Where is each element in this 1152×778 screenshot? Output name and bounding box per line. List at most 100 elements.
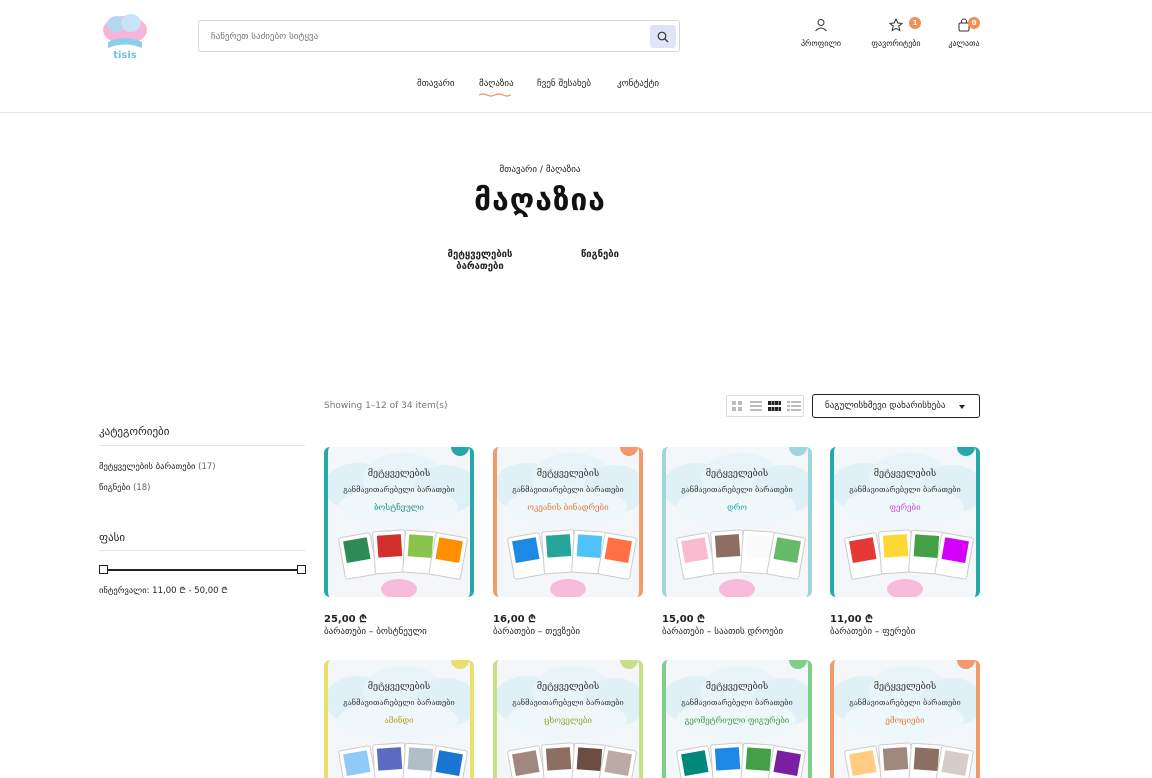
cover-title: მეტყველების: [705, 469, 769, 479]
cart-link[interactable]: 0 კალათა: [934, 17, 994, 58]
breadcrumb-separator: /: [539, 165, 543, 175]
cover-subtitle: განმავითარებელი ბარათები: [849, 485, 961, 494]
wishlist-count-badge: 1: [909, 17, 921, 29]
cover-topic: ემოციები: [885, 716, 925, 725]
view-grid-4[interactable]: [765, 396, 784, 416]
cover-subtitle: განმავითარებელი ბარათები: [512, 485, 624, 494]
price-slider-max-handle[interactable]: [297, 565, 306, 574]
profile-link[interactable]: პროფილი: [791, 18, 851, 58]
product-image[interactable]: მეტყველების განმავითარებელი ბარათები ოკეან…: [493, 447, 643, 597]
cover-subtitle: განმავითარებელი ბარათები: [681, 698, 793, 707]
category-link-line: ბარათები: [456, 261, 504, 272]
cover-topic: ოკეანის ბინადრები: [527, 503, 609, 512]
product-image[interactable]: მეტყველების განმავითარებელი ბარათები ემოცი…: [830, 660, 980, 778]
result-count: Showing 1–12 of 34 item(s): [324, 401, 448, 411]
cover-topic: გეომეტრიული ფიგურები: [684, 716, 790, 725]
product-card[interactable]: მეტყველების განმავითარებელი ბარათები ცხოვე…: [493, 660, 643, 778]
list-icon: [786, 401, 801, 411]
site-header: tisis პროფილი 1 ფავორიტები 0 კალათა მთავ…: [0, 0, 1152, 113]
cover-title: მეტყველების: [873, 682, 937, 692]
product-card[interactable]: მეტყველების განმავითარებელი ბარათები ბოსტნ…: [324, 447, 474, 637]
search-icon: [657, 31, 669, 42]
sidebar-category-speech-cards[interactable]: მეტყველების ბარათები (17): [99, 462, 216, 472]
cover-topic: ბოსტნეული: [374, 503, 424, 512]
profile-label: პროფილი: [800, 39, 842, 48]
svg-text:tisis: tisis: [113, 50, 137, 61]
page: tisis პროფილი 1 ფავორიტები 0 კალათა მთავ…: [0, 0, 1152, 778]
sidebar-category-books[interactable]: წიგნები (18): [99, 483, 150, 493]
cover-title: მეტყველების: [705, 682, 769, 692]
wishlist-link[interactable]: 1 ფავორიტები: [866, 17, 926, 58]
view-grid-2[interactable]: [727, 396, 746, 416]
grid-2-icon: [731, 401, 742, 411]
product-title[interactable]: ბარათები – ბოსტნეული: [324, 627, 427, 637]
cover-subtitle: განმავითარებელი ბარათები: [343, 698, 455, 707]
category-link-speech-cards[interactable]: მეტყველების ბარათები: [440, 249, 520, 273]
nav-about[interactable]: ჩვენ შესახებ: [537, 79, 591, 89]
grid-4-icon: [768, 401, 781, 411]
grid-3-icon: [749, 401, 762, 411]
cover-topic: ცხოველები: [544, 716, 592, 725]
product-card[interactable]: მეტყველების განმავითარებელი ბარათები ფერებ…: [830, 447, 980, 637]
cart-label: კალათა: [948, 39, 980, 48]
star-icon: [889, 18, 903, 32]
product-title[interactable]: ბარათები – ფერები: [830, 627, 915, 637]
page-title: მაღაზია: [474, 183, 606, 218]
category-link-books[interactable]: წიგნები: [570, 249, 630, 261]
cover-title: მეტყველების: [367, 682, 431, 692]
product-card[interactable]: მეტყველების განმავითარებელი ბარათები ამინდ…: [324, 660, 474, 778]
product-image[interactable]: მეტყველების განმავითარებელი ბარათები გეომე…: [662, 660, 812, 778]
product-image[interactable]: მეტყველების განმავითარებელი ბარათები ცხოვე…: [493, 660, 643, 778]
product-card[interactable]: მეტყველების განმავითარებელი ბარათები ემოცი…: [830, 660, 980, 778]
sort-select[interactable]: ნაგულისხმევი დახარისხება: [812, 394, 980, 418]
product-image[interactable]: მეტყველების განმავითარებელი ბარათები დრო: [662, 447, 812, 597]
product-price: 15,00 ₾: [662, 614, 705, 625]
view-switcher: [726, 395, 804, 417]
search-button[interactable]: [650, 25, 676, 48]
product-image[interactable]: მეტყველების განმავითარებელი ბარათები ბოსტნ…: [324, 447, 474, 597]
cover-subtitle: განმავითარებელი ბარათები: [849, 698, 961, 707]
category-count: (17): [198, 462, 216, 472]
nav-shop-label: მაღაზია: [479, 79, 514, 89]
price-filter-title: ფასი: [99, 531, 126, 544]
user-icon: [815, 19, 827, 32]
search-input[interactable]: [211, 29, 641, 45]
cover-subtitle: განმავითარებელი ბარათები: [343, 485, 455, 494]
site-logo[interactable]: tisis: [98, 8, 152, 62]
active-nav-underline: [479, 93, 512, 97]
product-price: 11,00 ₾: [830, 614, 873, 625]
product-price: 16,00 ₾: [493, 614, 536, 625]
view-list[interactable]: [784, 396, 803, 416]
cover-subtitle: განმავითარებელი ბარათები: [512, 698, 624, 707]
nav-shop[interactable]: მაღაზია: [479, 79, 514, 97]
product-card[interactable]: მეტყველების განმავითარებელი ბარათები ოკეან…: [493, 447, 643, 637]
product-image[interactable]: მეტყველების განმავითარებელი ბარათები ამინდ…: [324, 660, 474, 778]
cover-topic: ამინდი: [384, 716, 414, 725]
view-grid-3[interactable]: [746, 396, 765, 416]
nav-home[interactable]: მთავარი: [417, 79, 455, 89]
breadcrumb-home[interactable]: მთავარი: [500, 165, 538, 175]
category-count: (18): [133, 483, 151, 493]
breadcrumb: მთავარი / მაღაზია: [0, 165, 1080, 175]
divider: [99, 550, 305, 551]
product-title[interactable]: ბარათები – თევზები: [493, 627, 580, 637]
category-label: წიგნები: [99, 483, 131, 493]
product-price: 25,00 ₾: [324, 614, 367, 625]
product-card[interactable]: მეტყველების განმავითარებელი ბარათები დრო 15…: [662, 447, 812, 637]
price-range-text: ინტერვალი: 11,00 ₾ - 50,00 ₾: [99, 586, 228, 596]
product-title[interactable]: ბარათები – საათის დროები: [662, 627, 783, 637]
cover-title: მეტყველების: [367, 469, 431, 479]
price-slider-min-handle[interactable]: [99, 565, 108, 574]
divider: [99, 445, 305, 446]
product-image[interactable]: მეტყველების განმავითარებელი ბარათები ფერებ…: [830, 447, 980, 597]
cover-title: მეტყველების: [536, 469, 600, 479]
price-slider-track[interactable]: [103, 569, 302, 571]
main-nav: მთავარი მაღაზია ჩვენ შესახებ კონტაქტი: [0, 79, 1152, 97]
category-link-line: მეტყველების: [447, 249, 513, 260]
search-box: [198, 20, 680, 52]
product-card[interactable]: მეტყველების განმავითარებელი ბარათები გეომე…: [662, 660, 812, 778]
cover-title: მეტყველების: [536, 682, 600, 692]
cover-topic: დრო: [727, 503, 747, 512]
nav-contact[interactable]: კონტაქტი: [617, 79, 659, 89]
cover-topic: ფერები: [889, 503, 921, 512]
